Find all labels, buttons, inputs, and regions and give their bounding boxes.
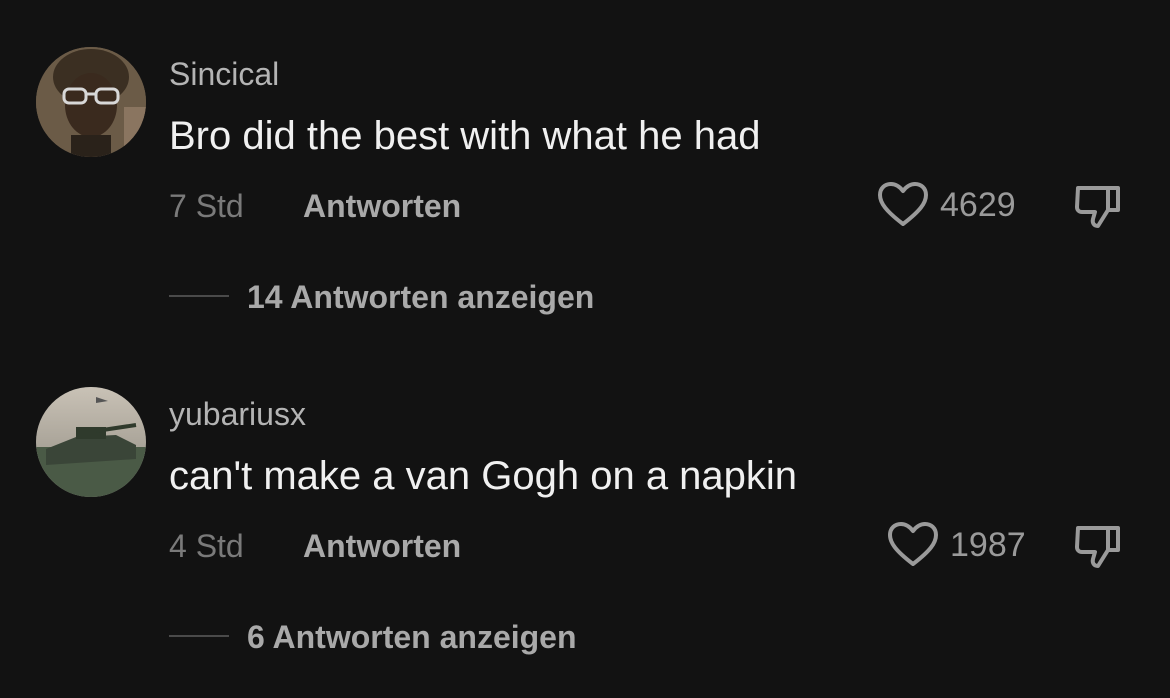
avatar-image: [36, 47, 146, 157]
heart-outline-icon: [888, 522, 938, 566]
dislike-button[interactable]: [1072, 180, 1124, 232]
comment-item: yubariusx can't make a van Gogh on a nap…: [0, 340, 1170, 680]
comment-text: can't make a van Gogh on a napkin: [169, 454, 798, 498]
comment-text: Bro did the best with what he had: [169, 114, 761, 158]
like-button[interactable]: 1987: [886, 520, 1026, 570]
like-button[interactable]: 4629: [876, 180, 1016, 230]
reply-button[interactable]: Antworten: [303, 186, 461, 226]
comment-timestamp: 7 Std: [169, 188, 244, 224]
avatar[interactable]: [36, 47, 146, 157]
comment-item: Sincical Bro did the best with what he h…: [0, 0, 1170, 340]
thumbs-down-icon: [1075, 526, 1120, 568]
replies-divider: [169, 635, 229, 637]
replies-divider: [169, 295, 229, 297]
comment-timestamp: 4 Std: [169, 528, 244, 564]
comment-username[interactable]: Sincical: [169, 54, 279, 94]
heart-outline-icon: [878, 182, 928, 226]
thumbs-down-icon: [1075, 186, 1120, 228]
dislike-button[interactable]: [1072, 520, 1124, 572]
comment-username[interactable]: yubariusx: [169, 394, 306, 434]
like-count: 1987: [950, 526, 1026, 564]
avatar-image: [36, 387, 146, 497]
view-replies-button[interactable]: 6 Antworten anzeigen: [247, 617, 577, 657]
reply-button[interactable]: Antworten: [303, 526, 461, 566]
avatar[interactable]: [36, 387, 146, 497]
view-replies-button[interactable]: 14 Antworten anzeigen: [247, 277, 594, 317]
like-count: 4629: [940, 186, 1016, 224]
